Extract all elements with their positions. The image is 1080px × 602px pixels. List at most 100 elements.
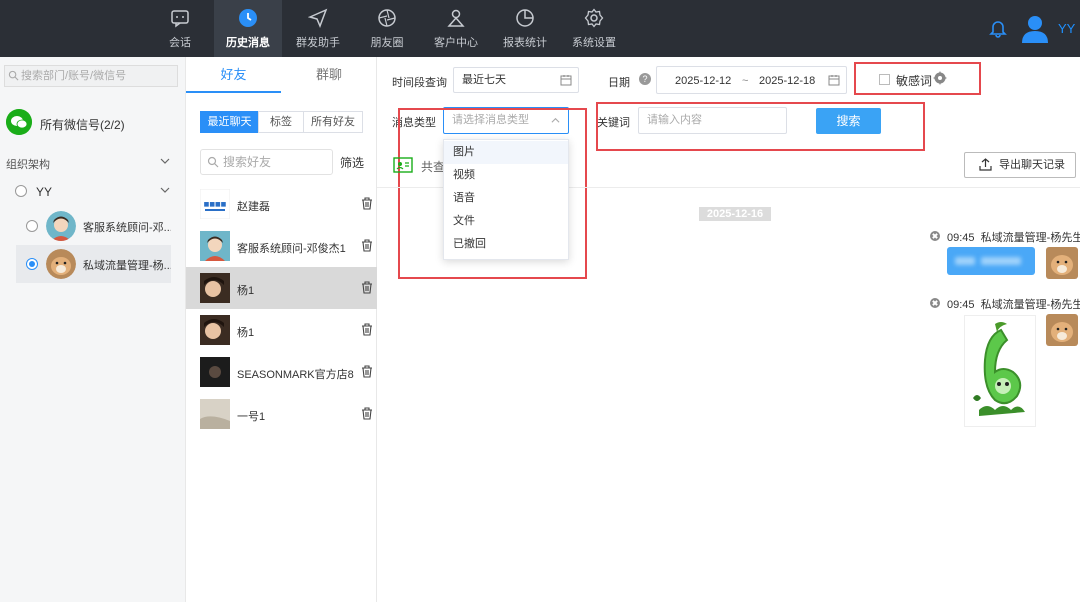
chat-icon xyxy=(171,10,189,28)
user-name[interactable]: YY xyxy=(1058,21,1075,36)
friend-search-input[interactable]: 搜索好友 xyxy=(200,149,333,175)
friend-item[interactable]: ■■■■ 赵建磊 xyxy=(186,183,377,225)
avatar xyxy=(200,273,230,303)
contact-card-icon xyxy=(393,157,413,173)
search-placeholder: 搜索部门/账号/微信号 xyxy=(21,70,127,82)
trash-icon[interactable] xyxy=(361,197,373,210)
calendar-icon xyxy=(560,75,572,86)
msg-type-option-recalled[interactable]: 已撤回 xyxy=(444,233,568,256)
chevron-down-icon[interactable] xyxy=(160,156,170,166)
date-divider: 2025-12-16 xyxy=(699,207,771,221)
highlight-box-keyword xyxy=(596,102,925,151)
sticker-six-icon xyxy=(973,322,1025,416)
filter-button[interactable]: 筛选 xyxy=(340,154,364,171)
message-time: 09:45 xyxy=(947,232,975,244)
msg-type-option-video[interactable]: 视频 xyxy=(444,164,568,187)
tab-groups[interactable]: 群聊 xyxy=(281,57,377,93)
nav-label: 客户中心 xyxy=(434,37,478,49)
friend-item[interactable]: SEASONMARK官方店8 xyxy=(186,351,377,393)
friend-item[interactable]: 客服系统顾问-邓俊杰1 xyxy=(186,225,377,267)
friend-name: 客服系统顾问-邓俊杰1 xyxy=(237,243,346,255)
help-icon[interactable]: ? xyxy=(639,73,651,85)
msg-type-dropdown: 图片 视频 语音 文件 已撤回 xyxy=(443,139,569,260)
sensitive-checkbox[interactable] xyxy=(879,74,890,85)
nav-label: 报表统计 xyxy=(503,37,547,49)
friend-item[interactable]: 一号1 xyxy=(186,393,377,435)
avatar xyxy=(1046,314,1078,346)
friend-name: SEASONMARK官方店8 xyxy=(237,369,354,381)
avatar xyxy=(200,357,230,387)
msg-type-option-file[interactable]: 文件 xyxy=(444,210,568,233)
nav-chat[interactable]: 会话 xyxy=(146,0,214,57)
trash-icon[interactable] xyxy=(361,239,373,252)
segment-tags[interactable]: 标签 xyxy=(258,111,304,133)
account-radio[interactable] xyxy=(26,220,38,232)
org-structure-label: 组织架构 xyxy=(6,159,50,171)
nav-broadcast[interactable]: 群发助手 xyxy=(284,0,352,57)
time-range-select[interactable]: 最近七天 xyxy=(453,67,579,93)
avatar xyxy=(46,211,76,241)
export-chat-button[interactable]: 导出聊天记录 xyxy=(964,152,1076,178)
all-accounts-label[interactable]: 所有微信号(2/2) xyxy=(40,116,125,133)
segment-all-friends[interactable]: 所有好友 xyxy=(303,111,363,133)
message-meta: 09:45 私域流量管理-杨先生 xyxy=(947,229,1080,245)
message-meta: 09:45 私域流量管理-杨先生 xyxy=(947,296,1080,312)
bell-icon[interactable] xyxy=(988,18,1008,38)
message-sender: 私域流量管理-杨先生 xyxy=(980,299,1080,311)
trash-icon[interactable] xyxy=(361,407,373,420)
nav-label: 群发助手 xyxy=(296,37,340,49)
nav-label: 历史消息 xyxy=(226,37,270,49)
message-sender: 私域流量管理-杨先生 xyxy=(980,232,1080,244)
group-name[interactable]: YY xyxy=(36,185,52,199)
date-range-picker[interactable]: 2025-12-12 ~ 2025-12-18 xyxy=(656,66,847,94)
account-item[interactable]: 客服系统顾问-邓... xyxy=(16,207,171,245)
nav-customers[interactable]: 客户中心 xyxy=(422,0,490,57)
search-icon xyxy=(207,156,219,168)
gear-icon[interactable] xyxy=(933,71,947,85)
search-placeholder: 搜索好友 xyxy=(223,155,272,169)
wechat-logo-icon xyxy=(6,109,32,135)
search-icon xyxy=(8,70,19,81)
svg-text:■■■■: ■■■■ xyxy=(204,201,227,208)
friend-panel: 好友 群聊 最近聊天 标签 所有好友 搜索好友 筛选 ■■■■ 赵建磊 客服系统… xyxy=(186,57,377,602)
account-radio[interactable] xyxy=(26,258,38,270)
date-label: 日期 xyxy=(608,77,630,89)
nav-settings[interactable]: 系统设置 xyxy=(560,0,628,57)
top-nav: 会话 历史消息 群发助手 朋友圈 客户中心 报表统计 系统设置 YY xyxy=(0,0,1080,57)
nav-moments[interactable]: 朋友圈 xyxy=(353,0,421,57)
date-separator: ~ xyxy=(742,75,749,87)
trash-icon[interactable] xyxy=(361,365,373,378)
segment-recent[interactable]: 最近聊天 xyxy=(200,111,259,133)
user-icon xyxy=(447,9,465,27)
close-icon[interactable] xyxy=(930,298,940,308)
nav-label: 朋友圈 xyxy=(370,37,404,49)
sticker-image[interactable] xyxy=(964,315,1036,427)
msg-type-option-image[interactable]: 图片 xyxy=(444,141,568,164)
message-bubble[interactable] xyxy=(947,247,1035,275)
share-label: 共查 xyxy=(421,160,446,174)
tab-friends[interactable]: 好友 xyxy=(186,57,281,93)
avatar xyxy=(46,249,76,279)
chevron-down-icon[interactable] xyxy=(160,185,170,195)
user-avatar-icon[interactable] xyxy=(1020,13,1050,43)
send-icon xyxy=(308,8,328,28)
nav-history[interactable]: 历史消息 xyxy=(214,0,282,57)
trash-icon[interactable] xyxy=(361,281,373,294)
nav-reports[interactable]: 报表统计 xyxy=(491,0,559,57)
time-range-label: 时间段查询 xyxy=(392,77,447,89)
avatar: ■■■■ xyxy=(200,189,230,219)
upload-icon xyxy=(979,158,992,171)
friend-item[interactable]: 杨1 xyxy=(186,267,377,309)
aperture-icon xyxy=(378,9,396,27)
calendar-icon xyxy=(828,75,840,86)
friend-item[interactable]: 杨1 xyxy=(186,309,377,351)
sensitive-label: 敏感词 xyxy=(896,74,933,88)
msg-type-option-voice[interactable]: 语音 xyxy=(444,187,568,210)
trash-icon[interactable] xyxy=(361,323,373,336)
group-radio[interactable] xyxy=(15,185,27,197)
account-item[interactable]: 私域流量管理-杨... xyxy=(16,245,171,283)
friend-name: 一号1 xyxy=(237,411,266,423)
close-icon[interactable] xyxy=(930,231,940,241)
account-search-input[interactable]: 搜索部门/账号/微信号 xyxy=(4,65,178,87)
avatar xyxy=(200,315,230,345)
